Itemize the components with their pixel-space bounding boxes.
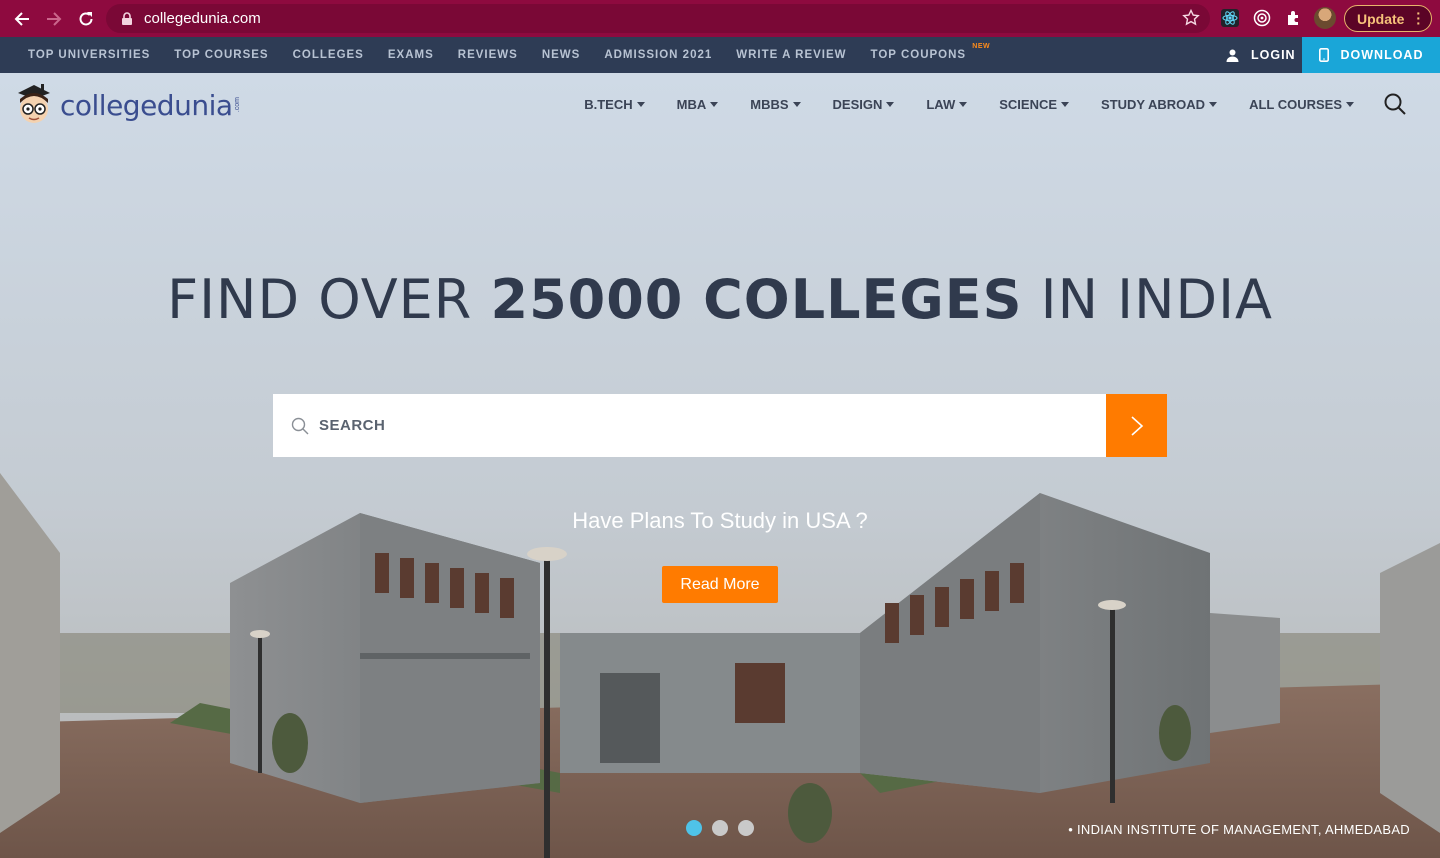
toplink-admission[interactable]: ADMISSION 2021 bbox=[604, 49, 712, 61]
nav-study-abroad-label: STUDY ABROAD bbox=[1101, 96, 1206, 112]
caret-down-icon bbox=[792, 101, 801, 107]
url-text: collegedunia.com bbox=[144, 10, 261, 27]
carousel-dot-1[interactable] bbox=[686, 820, 702, 836]
new-badge: NEW bbox=[972, 43, 991, 50]
carousel-dot-3[interactable] bbox=[738, 820, 754, 836]
nav-science[interactable]: SCIENCE bbox=[999, 96, 1070, 112]
campus-background-image bbox=[0, 73, 1440, 858]
image-caption: • INDIAN INSTITUTE OF MANAGEMENT, AHMEDA… bbox=[1068, 822, 1410, 837]
back-icon[interactable] bbox=[6, 3, 38, 35]
caret-down-icon bbox=[959, 101, 968, 107]
toplink-news[interactable]: NEWS bbox=[542, 49, 581, 61]
react-devtools-icon[interactable] bbox=[1220, 8, 1240, 28]
logo-wordmark: collegedunia bbox=[60, 88, 233, 122]
nav-science-label: SCIENCE bbox=[999, 96, 1058, 112]
carousel-dots bbox=[686, 820, 754, 836]
caret-down-icon bbox=[1061, 101, 1070, 107]
nav-study-abroad[interactable]: STUDY ABROAD bbox=[1101, 96, 1218, 112]
caret-down-icon bbox=[1209, 101, 1218, 107]
user-icon bbox=[1226, 49, 1239, 62]
search-icon bbox=[291, 417, 309, 434]
lock-icon bbox=[122, 11, 132, 25]
address-bar[interactable]: collegedunia.com bbox=[106, 4, 1210, 33]
toplink-reviews[interactable]: REVIEWS bbox=[458, 49, 518, 61]
kebab-menu-icon: · · · bbox=[1416, 5, 1421, 31]
extensions-puzzle-icon[interactable] bbox=[1284, 8, 1304, 28]
download-label: DOWNLOAD bbox=[1340, 48, 1424, 62]
search-icon[interactable] bbox=[1384, 93, 1406, 115]
read-more-button[interactable]: Read More bbox=[662, 566, 778, 603]
top-utility-bar: TOP UNIVERSITIES TOP COURSES COLLEGES EX… bbox=[0, 37, 1440, 73]
nav-mba-label: MBA bbox=[676, 96, 707, 112]
main-nav: B.TECH MBA MBBS DESIGN LAW SCIENCE STUDY… bbox=[552, 90, 1354, 118]
login-button[interactable]: LOGIN bbox=[1226, 37, 1296, 73]
promo-text: Have Plans To Study in USA ? bbox=[572, 508, 868, 533]
nav-law[interactable]: LAW bbox=[926, 96, 968, 112]
headline-post: IN INDIA bbox=[1022, 268, 1273, 331]
nav-btech[interactable]: B.TECH bbox=[584, 96, 645, 112]
nav-all-courses[interactable]: ALL COURSES bbox=[1249, 97, 1354, 112]
nav-btech-label: B.TECH bbox=[584, 96, 633, 112]
nav-mba[interactable]: MBA bbox=[677, 97, 719, 112]
caret-down-icon bbox=[1346, 101, 1354, 107]
update-label: Update bbox=[1357, 10, 1405, 27]
caret-down-icon bbox=[886, 101, 895, 107]
toplink-write-review[interactable]: WRITE A REVIEW bbox=[736, 49, 846, 61]
top-links: TOP UNIVERSITIES TOP COURSES COLLEGES EX… bbox=[28, 37, 990, 73]
nav-all-courses-label: ALL COURSES bbox=[1249, 96, 1342, 112]
carousel-dot-2[interactable] bbox=[712, 820, 728, 836]
graduate-mascot-icon bbox=[18, 84, 50, 123]
site-logo[interactable]: collegedunia .com bbox=[14, 80, 241, 130]
search-submit-button[interactable] bbox=[1106, 394, 1167, 457]
hero-search-box bbox=[273, 394, 1106, 457]
logo-suffix: .com bbox=[233, 97, 241, 113]
mobile-phone-icon bbox=[1318, 48, 1329, 62]
nav-design[interactable]: DESIGN bbox=[833, 97, 895, 112]
login-label: LOGIN bbox=[1251, 48, 1296, 62]
profile-avatar[interactable] bbox=[1314, 7, 1336, 29]
chevron-right-icon bbox=[1130, 415, 1143, 436]
caret-down-icon bbox=[710, 101, 719, 107]
caret-down-icon bbox=[636, 101, 645, 107]
headline-pre: FIND OVER bbox=[167, 268, 491, 331]
nav-mbbs-label: MBBS bbox=[750, 96, 789, 112]
hero-search-input[interactable] bbox=[319, 417, 1079, 434]
hero-banner bbox=[0, 73, 1440, 858]
nav-design-label: DESIGN bbox=[832, 96, 883, 112]
headline-bold: 25000 COLLEGES bbox=[490, 268, 1023, 331]
toplink-exams[interactable]: EXAMS bbox=[388, 49, 434, 61]
toplink-top-universities[interactable]: TOP UNIVERSITIES bbox=[28, 49, 150, 61]
hero-headline: FIND OVER 25000 COLLEGES IN INDIA bbox=[0, 268, 1440, 331]
download-button[interactable]: DOWNLOAD bbox=[1302, 37, 1440, 73]
update-button[interactable]: Update · · · bbox=[1344, 5, 1432, 32]
toplink-top-coupons[interactable]: TOP COUPONS NEW bbox=[870, 43, 990, 61]
bookmark-star-icon[interactable] bbox=[1182, 9, 1200, 27]
reload-icon[interactable] bbox=[70, 3, 102, 35]
toplink-top-courses[interactable]: TOP COURSES bbox=[174, 49, 268, 61]
target-extension-icon[interactable] bbox=[1252, 8, 1272, 28]
toplink-colleges[interactable]: COLLEGES bbox=[293, 49, 364, 61]
nav-law-label: LAW bbox=[926, 96, 956, 112]
top-coupons-label: TOP COUPONS bbox=[870, 49, 967, 61]
nav-mbbs[interactable]: MBBS bbox=[750, 96, 801, 112]
forward-icon[interactable] bbox=[38, 3, 70, 35]
